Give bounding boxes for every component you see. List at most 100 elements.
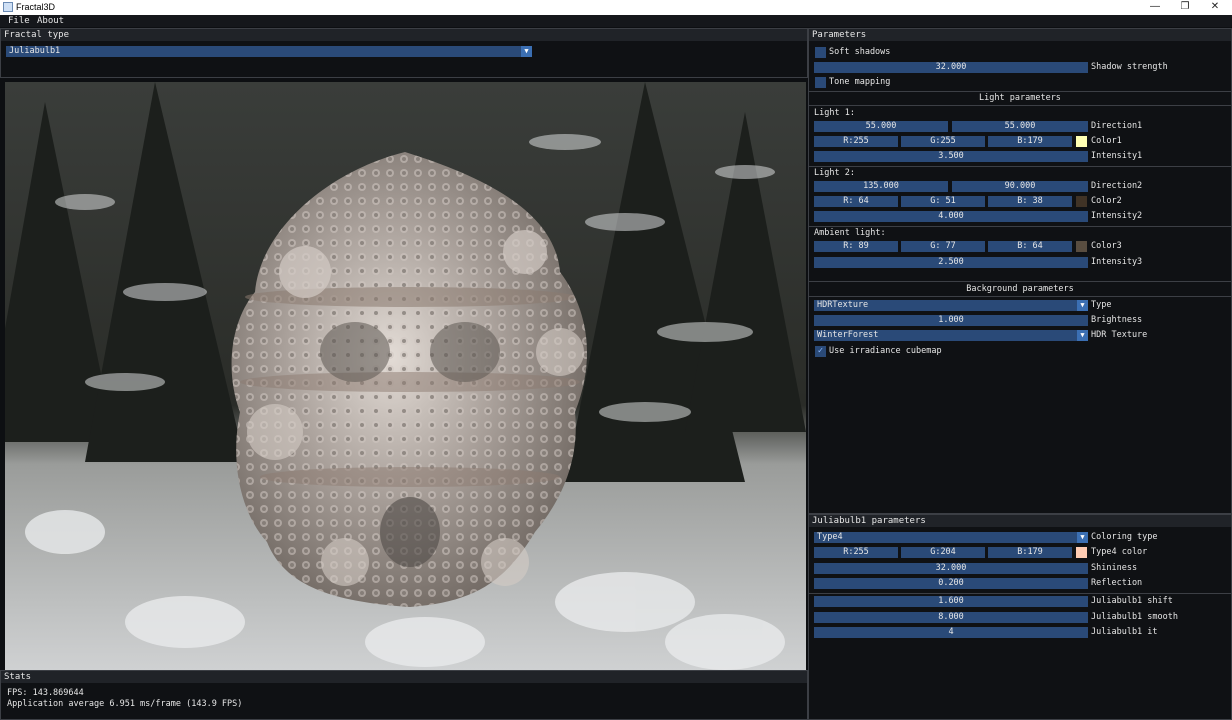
parameters-panel: Parameters Soft shadows 32.000 Shadow st… (808, 28, 1232, 514)
juliabulb-parameters-title: Juliabulb1 parameters (809, 515, 1231, 527)
type4-r-field[interactable]: R:255 (814, 547, 898, 558)
app-icon (3, 2, 13, 12)
irradiance-label: Use irradiance cubemap (829, 346, 942, 356)
light2-label: Light 2: (814, 168, 855, 178)
separator (809, 296, 1231, 297)
color3-swatch[interactable] (1076, 241, 1087, 252)
menu-file[interactable]: File (8, 15, 30, 27)
window-titlebar: Fractal3D — ❐ ✕ (0, 0, 1232, 15)
shadow-strength-label: Shadow strength (1091, 62, 1168, 72)
irradiance-checkbox[interactable]: ✓ (815, 346, 826, 357)
checkmark-icon: ✓ (817, 346, 824, 356)
juliabulb-smooth-label: Juliabulb1 smooth (1091, 612, 1178, 622)
separator (809, 105, 1231, 106)
juliabulb-iterations-slider[interactable]: 4 (814, 627, 1088, 638)
minimize-icon[interactable]: — (1140, 0, 1170, 15)
light2-direction-y[interactable]: 90.000 (952, 181, 1088, 192)
separator (809, 226, 1231, 227)
ambient-g-field[interactable]: G: 77 (901, 241, 985, 252)
menu-about[interactable]: About (37, 15, 64, 27)
background-type-label: Type (1091, 300, 1112, 310)
intensity3-label: Intensity3 (1091, 257, 1143, 267)
shininess-slider[interactable]: 32.000 (814, 563, 1088, 574)
soft-shadows-checkbox[interactable] (815, 47, 826, 58)
color2-swatch[interactable] (1076, 196, 1087, 207)
coloring-type-combo[interactable]: Type4 ▼ (814, 532, 1088, 543)
juliabulb-parameters-panel: Juliabulb1 parameters Type4 ▼ Coloring t… (808, 514, 1232, 720)
type4-color-label: Type4 color (1091, 547, 1148, 557)
separator (809, 593, 1231, 594)
background-parameters-header: Background parameters (966, 284, 1074, 294)
direction1-label: Direction1 (1091, 121, 1143, 131)
light2-g-field[interactable]: G: 51 (901, 196, 985, 207)
chevron-down-icon[interactable]: ▼ (1077, 300, 1088, 311)
window-title: Fractal3D (16, 2, 56, 12)
light2-b-field[interactable]: B: 38 (988, 196, 1072, 207)
light1-b-field[interactable]: B:179 (988, 136, 1072, 147)
close-icon[interactable]: ✕ (1200, 0, 1230, 15)
intensity2-slider[interactable]: 4.000 (814, 211, 1088, 222)
juliabulb-shift-label: Juliabulb1 shift (1091, 596, 1173, 606)
type4-color-swatch[interactable] (1076, 547, 1087, 558)
light2-direction-x[interactable]: 135.000 (814, 181, 948, 192)
fractal-type-selected: Juliabulb1 (9, 46, 61, 56)
brightness-label: Brightness (1091, 315, 1143, 325)
fractal-type-combo[interactable]: Juliabulb1 ▼ (6, 46, 532, 57)
chevron-down-icon[interactable]: ▼ (1077, 532, 1088, 543)
stats-title: Stats (1, 671, 807, 683)
ambient-light-label: Ambient light: (814, 228, 886, 238)
separator (809, 281, 1231, 282)
hdr-texture-label: HDR Texture (1091, 330, 1148, 340)
fractal-type-title: Fractal type (1, 29, 807, 41)
light1-g-field[interactable]: G:255 (901, 136, 985, 147)
reflection-slider[interactable]: 0.200 (814, 578, 1088, 589)
color3-label: Color3 (1091, 241, 1122, 251)
intensity2-label: Intensity2 (1091, 211, 1143, 221)
light1-direction-y[interactable]: 55.000 (952, 121, 1088, 132)
render-viewport[interactable] (5, 82, 806, 670)
hdr-texture-combo[interactable]: WinterForest ▼ (814, 330, 1088, 341)
stats-panel: Stats FPS: 143.869644 Application averag… (0, 670, 808, 720)
coloring-type-selected: Type4 (817, 532, 843, 542)
reflection-label: Reflection (1091, 578, 1143, 588)
soft-shadows-label: Soft shadows (829, 47, 891, 57)
coloring-type-label: Coloring type (1091, 532, 1158, 542)
background-type-combo[interactable]: HDRTexture ▼ (814, 300, 1088, 311)
type4-b-field[interactable]: B:179 (988, 547, 1072, 558)
direction2-label: Direction2 (1091, 181, 1143, 191)
ambient-b-field[interactable]: B: 64 (988, 241, 1072, 252)
brightness-slider[interactable]: 1.000 (814, 315, 1088, 326)
tone-mapping-label: Tone mapping (829, 77, 891, 87)
shininess-label: Shininess (1091, 563, 1138, 573)
juliabulb-shift-slider[interactable]: 1.600 (814, 596, 1088, 607)
shadow-strength-slider[interactable]: 32.000 (814, 62, 1088, 73)
background-type-selected: HDRTexture (817, 300, 869, 310)
color1-label: Color1 (1091, 136, 1122, 146)
light1-direction-x[interactable]: 55.000 (814, 121, 948, 132)
separator (809, 166, 1231, 167)
tone-mapping-checkbox[interactable] (815, 77, 826, 88)
intensity1-slider[interactable]: 3.500 (814, 151, 1088, 162)
menu-bar: File About (0, 15, 1232, 27)
light1-label: Light 1: (814, 108, 855, 118)
light-parameters-header: Light parameters (979, 93, 1061, 103)
intensity3-slider[interactable]: 2.500 (814, 257, 1088, 268)
fps-text: FPS: 143.869644 (7, 688, 84, 698)
parameters-title: Parameters (809, 29, 1231, 41)
hdr-texture-selected: WinterForest (817, 330, 879, 340)
fractal-type-panel: Fractal type Juliabulb1 ▼ (0, 28, 808, 78)
separator (809, 91, 1231, 92)
color1-swatch[interactable] (1076, 136, 1087, 147)
frame-average-text: Application average 6.951 ms/frame (143.… (7, 699, 243, 709)
type4-g-field[interactable]: G:204 (901, 547, 985, 558)
ambient-r-field[interactable]: R: 89 (814, 241, 898, 252)
restore-icon[interactable]: ❐ (1170, 0, 1200, 15)
fractal-render-image (5, 82, 806, 670)
light1-r-field[interactable]: R:255 (814, 136, 898, 147)
chevron-down-icon[interactable]: ▼ (1077, 330, 1088, 341)
light2-r-field[interactable]: R: 64 (814, 196, 898, 207)
intensity1-label: Intensity1 (1091, 151, 1143, 161)
color2-label: Color2 (1091, 196, 1122, 206)
juliabulb-smooth-slider[interactable]: 8.000 (814, 612, 1088, 623)
chevron-down-icon[interactable]: ▼ (521, 46, 532, 57)
